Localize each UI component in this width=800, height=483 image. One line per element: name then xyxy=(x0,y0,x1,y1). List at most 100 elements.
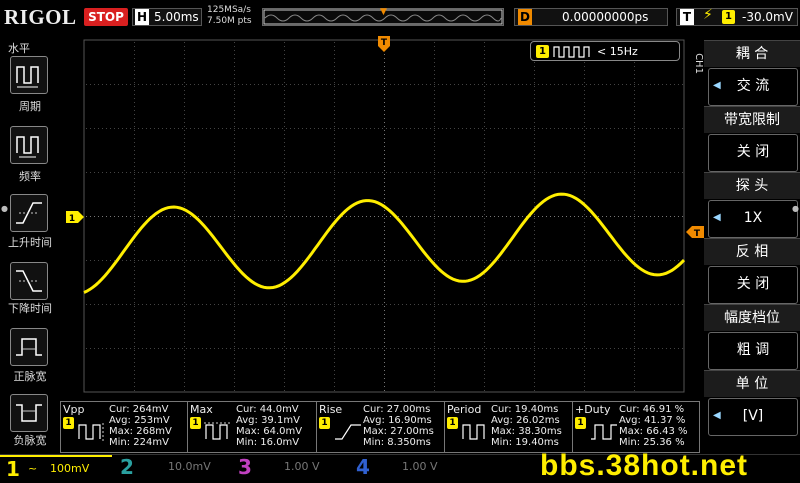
ch2-number: 2 xyxy=(120,455,134,479)
measure-max: Max: 64.0mV xyxy=(236,426,303,437)
frequency-counter[interactable]: 1 < 15Hz xyxy=(530,41,680,61)
measure-channel-badge: 1 xyxy=(575,417,586,429)
measure-name: Max xyxy=(190,403,213,416)
run-stop-status[interactable]: STOP xyxy=(84,8,128,26)
bandwidth-limit-button[interactable]: 关 闭 xyxy=(708,134,798,172)
period-button[interactable] xyxy=(10,56,48,94)
ch3-scale: 1.00 V xyxy=(284,460,320,473)
measurement-duty[interactable]: +Duty 1 Cur: 46.91 % Avg: 41.37 % Max: 6… xyxy=(572,401,700,453)
measure-name: Rise xyxy=(319,403,343,416)
right-expand-dot-icon: ● xyxy=(792,204,799,213)
coupling-button[interactable]: ◀ 交 流 xyxy=(708,68,798,106)
ch4-scale: 1.00 V xyxy=(402,460,438,473)
frequency-button[interactable] xyxy=(10,126,48,164)
measure-cur: Cur: 27.00ms xyxy=(363,404,431,415)
measure-min: Min: 16.0mV xyxy=(236,437,300,448)
positive-width-button[interactable] xyxy=(10,328,48,366)
waveform-display[interactable] xyxy=(60,34,688,400)
horizontal-label: H xyxy=(135,9,149,25)
left-menu-title: 水平 xyxy=(8,42,30,55)
trigger-level-letter: T xyxy=(694,229,701,238)
frequency-label: 频率 xyxy=(19,170,41,183)
measure-avg: Avg: 16.90ms xyxy=(363,415,432,426)
probe-title: 探 头 xyxy=(704,172,800,199)
measurement-vpp[interactable]: Vpp 1 Cur: 264mV Avg: 253mV Max: 268mV M… xyxy=(60,401,188,453)
ch3-number: 3 xyxy=(238,455,252,479)
ch1-tab[interactable]: 1 ~ 100mV xyxy=(0,455,112,481)
measurement-rise[interactable]: Rise 1 Cur: 27.00ms Avg: 16.90ms Max: 27… xyxy=(316,401,445,453)
measure-channel-badge: 1 xyxy=(319,417,330,429)
ch1-scale: 100mV xyxy=(50,462,90,475)
trigger-position-marker[interactable]: T xyxy=(378,36,390,54)
measure-min: Min: 8.350ms xyxy=(363,437,431,448)
ch1-offset-marker[interactable]: 1 xyxy=(66,211,84,224)
measurement-max[interactable]: Max 1 Cur: 44.0mV Avg: 39.1mV Max: 64.0m… xyxy=(187,401,317,453)
measure-min: Min: 224mV xyxy=(109,437,169,448)
trigger-level-value: -30.0mV xyxy=(742,10,793,24)
invert-button[interactable]: 关 闭 xyxy=(708,266,798,304)
measure-avg: Avg: 26.02ms xyxy=(491,415,560,426)
trigger-source-badge: 1 xyxy=(722,10,735,24)
measure-name: Vpp xyxy=(63,403,85,416)
menu-channel-label: CH1 xyxy=(692,53,704,74)
fall-time-button[interactable] xyxy=(10,262,48,300)
ch4-number: 4 xyxy=(356,455,370,479)
probe-value: 1X xyxy=(743,210,763,226)
period-icon xyxy=(16,66,39,88)
measure-buttons: 周期 频率 上升时间 下降时间 正脉宽 负脉宽 xyxy=(0,56,60,447)
negative-width-button[interactable] xyxy=(10,394,48,432)
trigger-level-marker[interactable]: T xyxy=(686,226,704,239)
measure-avg: Avg: 39.1mV xyxy=(236,415,300,426)
watermark: bbs.38hot.net xyxy=(540,449,749,482)
ch2-tab[interactable]: 2 10.0mV xyxy=(116,455,228,479)
ch1-offset-number: 1 xyxy=(69,214,75,223)
ch4-tab[interactable]: 4 1.00 V xyxy=(352,455,464,479)
timebase-value: 5.00ms xyxy=(154,10,199,24)
measure-cur: Cur: 19.40ms xyxy=(491,404,559,415)
measure-stats: Cur: 27.00ms Avg: 16.90ms Max: 27.00ms M… xyxy=(363,404,434,448)
volts-div-value: 粗 调 xyxy=(736,342,770,358)
duty-icon xyxy=(591,424,617,440)
negative-width-label: 负脉宽 xyxy=(13,434,47,447)
measure-max: Max: 27.00ms xyxy=(363,426,434,437)
counter-channel-badge: 1 xyxy=(536,45,549,58)
fall-time-label: 下降时间 xyxy=(8,302,52,315)
fall-time-icon xyxy=(16,270,42,292)
invert-title: 反 相 xyxy=(704,238,800,265)
unit-button[interactable]: ◀ [V] xyxy=(708,398,798,436)
ch1-number: 1 xyxy=(6,457,20,481)
unit-value: [V] xyxy=(742,408,764,424)
measure-name: +Duty xyxy=(575,403,611,416)
trigger-position-icon: T xyxy=(378,36,390,52)
sample-info: 125MSa/s 7.50M pts xyxy=(207,5,252,27)
rise-time-button[interactable] xyxy=(10,194,48,232)
rise-time-icon xyxy=(16,202,42,224)
unit-title: 单 位 xyxy=(704,370,800,397)
measure-avg: Avg: 253mV xyxy=(109,415,170,426)
rise-icon xyxy=(335,424,361,440)
measure-stats: Cur: 19.40ms Avg: 26.02ms Max: 38.30ms M… xyxy=(491,404,562,448)
measure-channel-badge: 1 xyxy=(447,417,458,429)
bandwidth-limit-title: 带宽限制 xyxy=(704,106,800,133)
positive-width-label: 正脉宽 xyxy=(13,370,47,383)
probe-button[interactable]: ◀ 1X xyxy=(708,200,798,238)
delay-offset-value: 0.00000000ps xyxy=(562,10,649,24)
measure-stats: Cur: 44.0mV Avg: 39.1mV Max: 64.0mV Min:… xyxy=(236,404,302,448)
negative-width-icon xyxy=(16,404,42,422)
measure-stats: Cur: 46.91 % Avg: 41.37 % Max: 66.43 % M… xyxy=(619,404,688,448)
delay-label: D xyxy=(518,9,532,25)
positive-width-icon xyxy=(16,338,42,356)
measure-min: Min: 19.40ms xyxy=(491,437,559,448)
sample-rate: 125MSa/s xyxy=(207,5,251,15)
ch3-tab[interactable]: 3 1.00 V xyxy=(234,455,346,479)
measure-max: Max: 66.43 % xyxy=(619,426,688,437)
volts-div-button[interactable]: 粗 调 xyxy=(708,332,798,370)
measurement-period[interactable]: Period 1 Cur: 19.40ms Avg: 26.02ms Max: … xyxy=(444,401,573,453)
ch2-scale: 10.0mV xyxy=(168,460,211,473)
cycle-arrow-icon: ◀ xyxy=(713,212,721,223)
coupling-value: 交 流 xyxy=(736,78,770,94)
trigger-label: T xyxy=(680,9,694,25)
memory-depth: 7.50M pts xyxy=(207,16,252,26)
measure-cur: Cur: 264mV xyxy=(109,404,169,415)
ch1-coupling-icon: ~ xyxy=(28,462,38,475)
